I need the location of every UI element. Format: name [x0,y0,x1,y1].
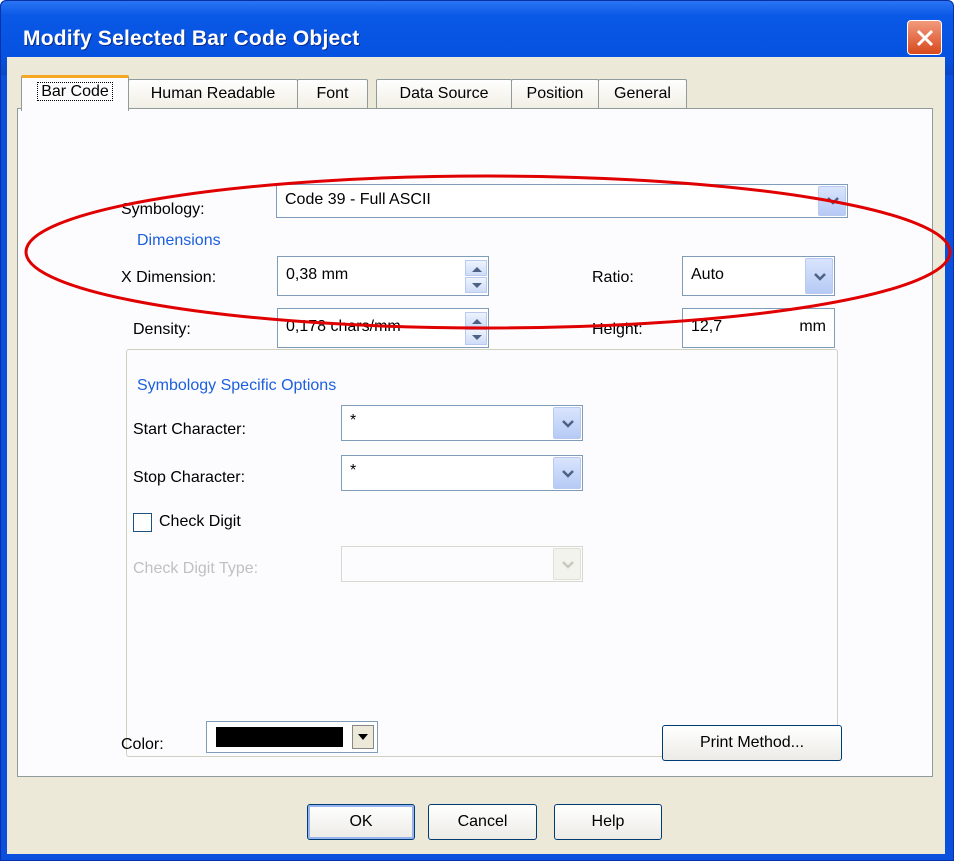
dimensions-group-label: Dimensions [137,232,221,249]
x-dimension-unit: mm [321,266,349,283]
symbology-select[interactable]: Code 39 - Full ASCII [276,184,848,218]
arrow-down-icon [472,283,482,288]
arrow-up-icon [472,319,482,324]
height-label: Height: [592,321,643,338]
density-unit: chars/mm [330,318,401,335]
tab-data-source[interactable]: Data Source [376,79,512,108]
tab-font[interactable]: Font [297,79,368,108]
color-label: Color: [121,736,164,753]
chevron-down-icon [814,273,826,281]
check-digit-checkbox[interactable] [133,513,152,532]
spin-up-button[interactable] [465,312,487,328]
stop-character-value: * [350,462,357,479]
start-character-dropdown-button[interactable] [553,407,581,439]
print-method-button[interactable]: Print Method... [662,725,842,761]
arrow-up-icon [472,267,482,272]
ratio-value: Auto [691,266,724,283]
cancel-button[interactable]: Cancel [428,804,537,840]
arrow-down-icon [358,734,368,740]
color-picker[interactable] [206,721,378,753]
density-value: 0,178 [286,318,327,335]
start-character-select[interactable]: * [341,405,583,441]
height-input[interactable]: 12,7 mm [682,308,835,348]
help-button[interactable]: Help [554,804,662,840]
tab-position[interactable]: Position [511,79,599,108]
spin-down-button[interactable] [465,329,487,345]
ratio-label: Ratio: [592,269,634,286]
close-button[interactable] [907,20,942,55]
check-digit-type-dropdown-button [553,548,581,580]
symbology-value: Code 39 - Full ASCII [285,191,431,208]
arrow-down-icon [472,335,482,340]
density-label: Density: [133,321,191,338]
dialog-client-area: Bar Code Human Readable Font Data Source… [7,57,945,854]
window-title: Modify Selected Bar Code Object [23,27,360,50]
start-character-value: * [350,412,357,429]
x-dimension-input[interactable]: 0,38 mm [277,256,489,296]
check-digit-label[interactable]: Check Digit [159,513,241,531]
close-icon [916,29,934,47]
chevron-down-icon [562,561,574,569]
chevron-down-icon [827,197,839,205]
color-dropdown-button[interactable] [352,725,374,749]
stop-character-select[interactable]: * [341,455,583,491]
start-character-label: Start Character: [133,421,246,438]
tab-panel: Symbology: Code 39 - Full ASCII Dimensio… [17,108,933,777]
check-digit-type-select [341,546,583,582]
tab-bar-code[interactable]: Bar Code [21,75,129,111]
chevron-down-icon [562,420,574,428]
spin-down-button[interactable] [465,277,487,293]
height-value: 12,7 [691,318,723,335]
check-digit-type-label: Check Digit Type: [133,560,259,577]
ratio-dropdown-button[interactable] [805,258,833,294]
symbology-label: Symbology: [121,201,205,218]
x-dimension-value: 0,38 [286,266,318,283]
x-dimension-spinner[interactable] [465,258,487,294]
dialog-window: Modify Selected Bar Code Object Bar Code… [0,0,954,861]
density-spinner[interactable] [465,310,487,346]
color-swatch [216,727,343,747]
symbology-dropdown-button[interactable] [818,186,846,216]
ok-button[interactable]: OK [307,804,415,840]
stop-character-label: Stop Character: [133,469,246,486]
spin-up-button[interactable] [465,260,487,276]
ratio-select[interactable]: Auto [682,256,835,296]
tab-human-readable[interactable]: Human Readable [128,79,298,108]
height-unit: mm [799,318,826,335]
chevron-down-icon [562,470,574,478]
tab-general[interactable]: General [598,79,687,108]
stop-character-dropdown-button[interactable] [553,457,581,489]
x-dimension-label: X Dimension: [121,269,217,286]
density-input[interactable]: 0,178 chars/mm [277,308,489,348]
